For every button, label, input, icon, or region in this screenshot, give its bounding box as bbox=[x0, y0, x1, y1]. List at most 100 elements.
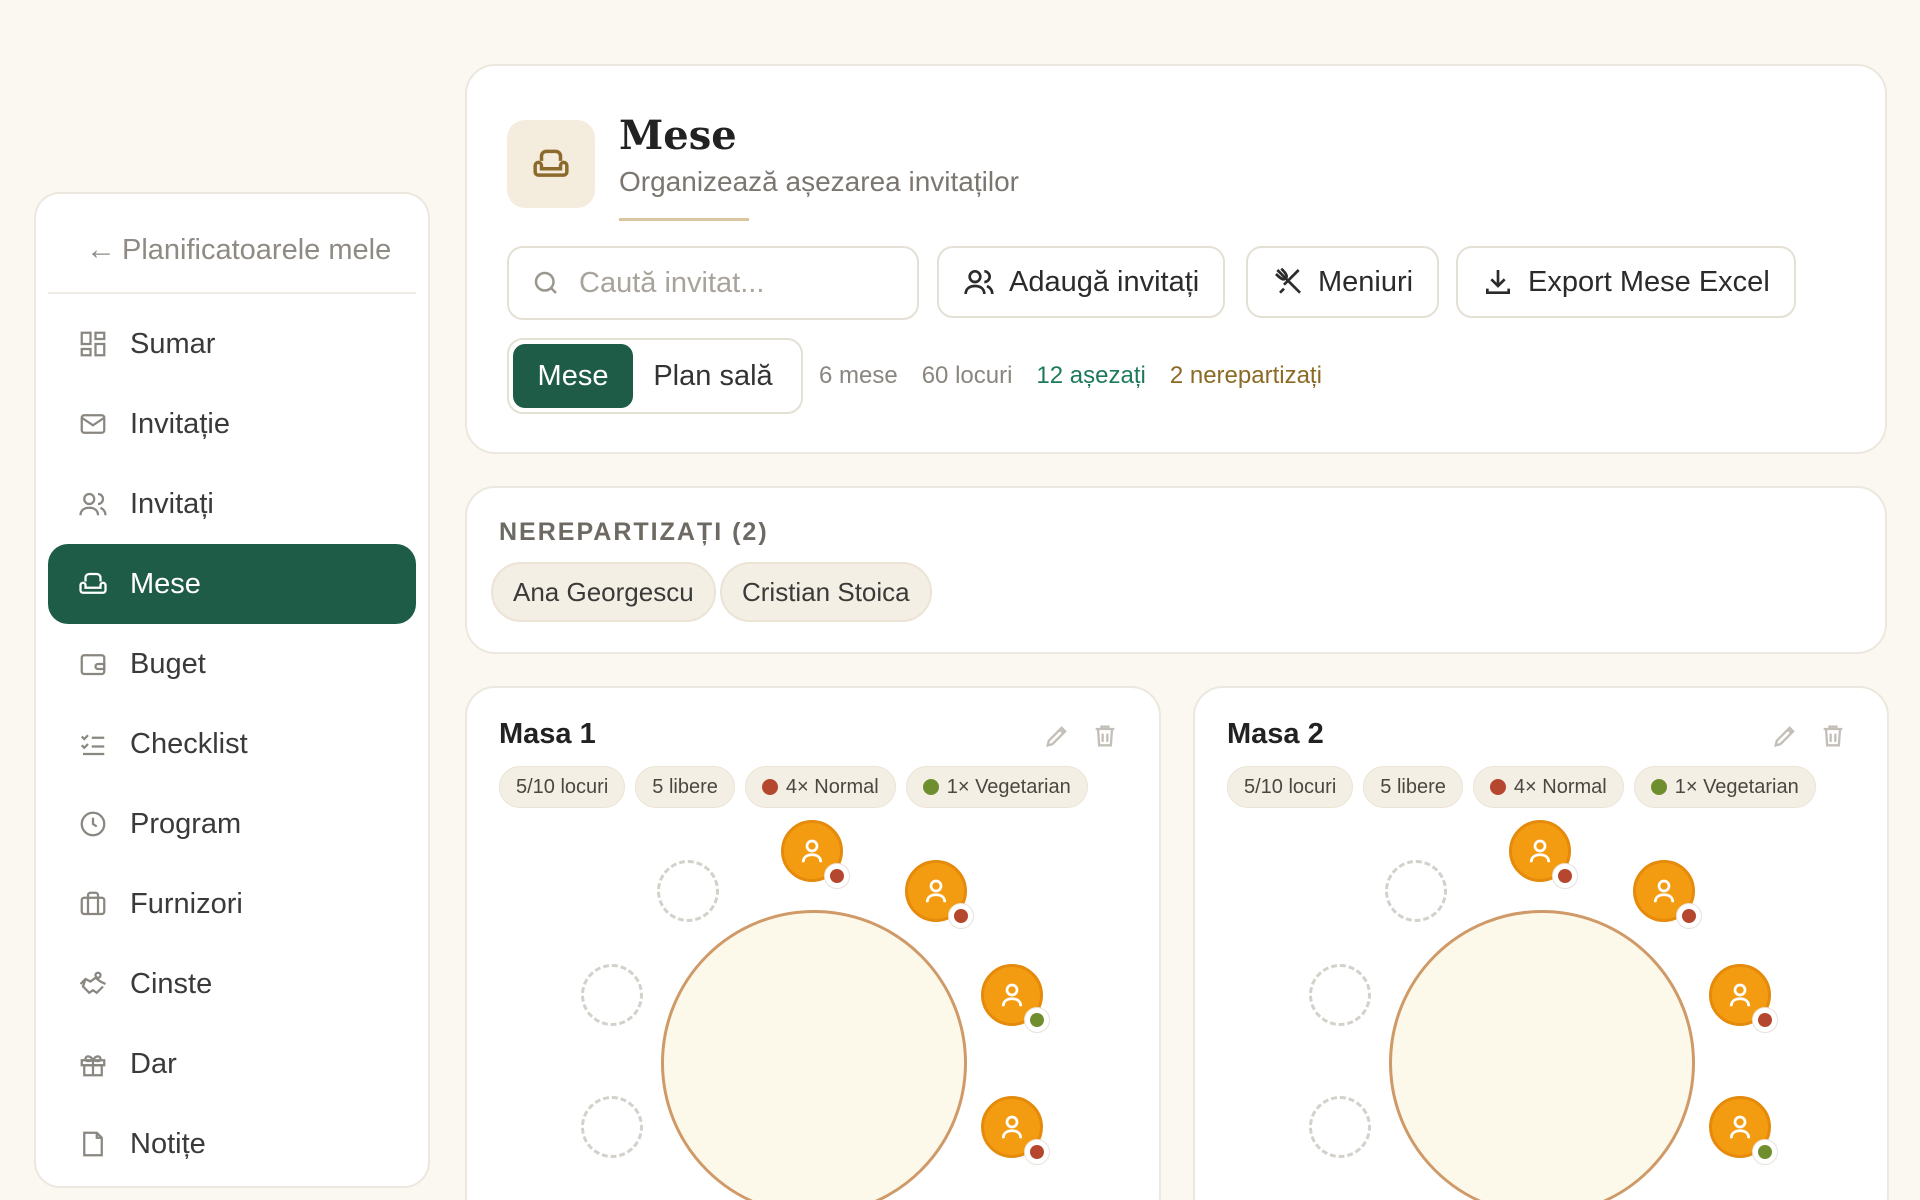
search-box bbox=[507, 246, 919, 320]
meat-icon bbox=[1024, 1139, 1050, 1165]
round-table[interactable] bbox=[661, 910, 967, 1200]
page-header-card: Mese Organizează așezarea invitaților Ad… bbox=[465, 64, 1887, 454]
seats-badge: 5/10 locuri bbox=[1227, 766, 1354, 808]
user-icon bbox=[1653, 879, 1675, 903]
seat-empty[interactable] bbox=[657, 860, 719, 922]
seat-occupied[interactable] bbox=[1709, 964, 1778, 1033]
stat-seats: 60 locuri bbox=[921, 362, 1013, 389]
seat-occupied[interactable] bbox=[981, 964, 1050, 1033]
trash-icon bbox=[1823, 725, 1843, 747]
armchair-icon bbox=[507, 120, 595, 208]
sidebar-item-sumar[interactable]: Sumar bbox=[48, 304, 416, 384]
add-guests-button[interactable]: Adaugă invitați bbox=[937, 246, 1226, 318]
armchair-icon bbox=[79, 572, 107, 594]
tab-tables[interactable]: Mese bbox=[513, 344, 633, 408]
sidebar-item-label: Cinste bbox=[130, 967, 213, 1000]
normal-menu-label: 4× Normal bbox=[1513, 775, 1607, 798]
search-input[interactable] bbox=[579, 266, 879, 300]
sidebar-item-label: Dar bbox=[130, 1047, 177, 1080]
menus-button[interactable]: Meniuri bbox=[1246, 246, 1440, 318]
handshake-icon bbox=[79, 971, 107, 995]
meat-icon bbox=[824, 863, 850, 889]
vegetarian-menu-badge: 1× Vegetarian bbox=[905, 766, 1088, 808]
note-icon bbox=[83, 1131, 103, 1157]
back-link[interactable]: ← Planificatoarele mele bbox=[48, 208, 416, 294]
seat-occupied[interactable] bbox=[981, 1096, 1050, 1165]
seat-empty[interactable] bbox=[1385, 860, 1447, 922]
gift-icon bbox=[80, 1055, 106, 1077]
edit-button[interactable] bbox=[1043, 722, 1071, 750]
sidebar: ← Planificatoarele mele Sumar Invitație … bbox=[34, 192, 430, 1188]
sidebar-item-dar[interactable]: Dar bbox=[48, 1024, 416, 1104]
meat-icon bbox=[948, 903, 974, 929]
meat-icon bbox=[1489, 779, 1506, 795]
export-excel-button[interactable]: Export Mese Excel bbox=[1456, 246, 1796, 318]
guest-chip[interactable]: Ana Georgescu bbox=[491, 562, 716, 622]
sidebar-item-notite[interactable]: Notițe bbox=[48, 1104, 416, 1184]
checklist-icon bbox=[80, 734, 105, 756]
sidebar-item-mese[interactable]: Mese bbox=[48, 544, 416, 624]
vegetarian-menu-badge: 1× Vegetarian bbox=[1633, 766, 1816, 808]
round-table[interactable] bbox=[1389, 910, 1695, 1200]
sidebar-item-label: Sumar bbox=[130, 327, 216, 360]
meat-icon bbox=[1552, 863, 1578, 889]
stat-unassigned: 2 nerepartizați bbox=[1169, 362, 1322, 389]
seat-occupied[interactable] bbox=[1633, 860, 1702, 929]
sidebar-item-invitatie[interactable]: Invitație bbox=[48, 384, 416, 464]
sidebar-item-program[interactable]: Program bbox=[48, 784, 416, 864]
seat-empty[interactable] bbox=[1309, 964, 1371, 1026]
seat-occupied[interactable] bbox=[781, 820, 850, 889]
sidebar-item-invitati[interactable]: Invitați bbox=[48, 464, 416, 544]
seats-badge: 5/10 locuri bbox=[499, 766, 626, 808]
clock-icon bbox=[80, 811, 106, 837]
guest-chip[interactable]: Cristian Stoica bbox=[720, 562, 932, 622]
normal-menu-badge: 4× Normal bbox=[744, 766, 896, 808]
seat-empty[interactable] bbox=[581, 1096, 643, 1158]
sidebar-item-furnizori[interactable]: Furnizori bbox=[48, 864, 416, 944]
salad-icon bbox=[1650, 779, 1667, 795]
sidebar-item-label: Mese bbox=[130, 567, 201, 600]
sidebar-item-checklist[interactable]: Checklist bbox=[48, 704, 416, 784]
seat-empty[interactable] bbox=[1309, 1096, 1371, 1158]
export-label: Export Mese Excel bbox=[1528, 265, 1770, 298]
vegetarian-menu-label: 1× Vegetarian bbox=[1674, 775, 1799, 798]
sidebar-item-buget[interactable]: Buget bbox=[48, 624, 416, 704]
sidebar-item-cinste[interactable]: Cinste bbox=[48, 944, 416, 1024]
salad-icon bbox=[922, 779, 939, 795]
tab-floor-plan[interactable]: Plan sală bbox=[633, 344, 793, 408]
unassigned-card: NEREPARTIZAȚI (2) Ana Georgescu Cristian… bbox=[465, 486, 1887, 654]
users-icon bbox=[79, 492, 107, 516]
seat-empty[interactable] bbox=[581, 964, 643, 1026]
page-subtitle: Organizează așezarea invitaților bbox=[619, 166, 1019, 197]
user-icon bbox=[1729, 983, 1751, 1007]
user-icon bbox=[1529, 839, 1551, 863]
delete-button[interactable] bbox=[1091, 722, 1119, 750]
download-icon bbox=[1486, 270, 1510, 294]
seat-occupied[interactable] bbox=[905, 860, 974, 929]
arrow-left-icon: ← bbox=[86, 233, 116, 266]
pencil-icon bbox=[1774, 726, 1795, 747]
delete-button[interactable] bbox=[1819, 722, 1847, 750]
title-underline bbox=[619, 218, 749, 221]
seat-occupied[interactable] bbox=[1509, 820, 1578, 889]
sidebar-item-label: Invitație bbox=[130, 407, 230, 440]
table-name: Masa 2 bbox=[1227, 718, 1324, 750]
users-icon bbox=[964, 270, 994, 295]
seat-occupied[interactable] bbox=[1709, 1096, 1778, 1165]
sidebar-item-label: Buget bbox=[130, 647, 206, 680]
user-icon bbox=[925, 879, 947, 903]
free-badge: 5 libere bbox=[1363, 766, 1463, 808]
free-badge: 5 libere bbox=[635, 766, 735, 808]
page-title: Mese bbox=[619, 112, 737, 159]
user-icon bbox=[1729, 1115, 1751, 1139]
sidebar-item-label: Notițe bbox=[130, 1127, 206, 1160]
table-name: Masa 1 bbox=[499, 718, 596, 750]
sidebar-item-label: Invitați bbox=[130, 487, 214, 520]
dashboard-icon bbox=[80, 331, 106, 357]
meat-icon bbox=[1676, 903, 1702, 929]
meat-icon bbox=[1752, 1007, 1778, 1033]
salad-icon bbox=[1752, 1139, 1778, 1165]
salad-icon bbox=[1024, 1007, 1050, 1033]
menus-label: Meniuri bbox=[1318, 265, 1414, 298]
edit-button[interactable] bbox=[1771, 722, 1799, 750]
